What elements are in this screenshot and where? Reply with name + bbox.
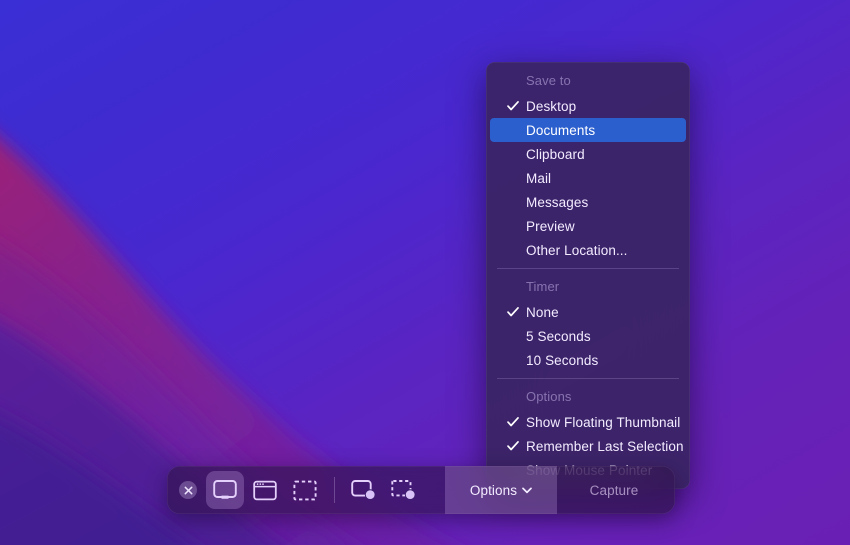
record-entire-screen-icon: [351, 480, 376, 500]
record-selected-portion-icon: [391, 480, 416, 500]
checkmark-icon: [507, 307, 519, 317]
menu-item-label: Messages: [526, 194, 589, 210]
menu-item-label: Desktop: [526, 98, 577, 114]
menu-separator: [497, 268, 679, 269]
menu-item-label: Clipboard: [526, 146, 585, 162]
menu-item-remember-last-selection[interactable]: Remember Last Selection: [490, 434, 686, 458]
menu-item-documents[interactable]: Documents: [490, 118, 686, 142]
menu-item-label: Other Location...: [526, 242, 628, 258]
capture-selected-window-button[interactable]: [246, 471, 284, 509]
close-x-glyph: [184, 486, 192, 494]
menu-item-timer-none[interactable]: None: [490, 300, 686, 324]
capture-selected-window-icon: [253, 480, 277, 500]
wallpaper-waves: [0, 0, 850, 545]
menu-separator: [497, 378, 679, 379]
menu-item-messages[interactable]: Messages: [490, 190, 686, 214]
menu-item-label: Show Floating Thumbnail: [526, 414, 681, 430]
menu-item-other-location[interactable]: Other Location...: [490, 238, 686, 262]
capture-entire-screen-icon: [213, 480, 237, 499]
menu-item-clipboard[interactable]: Clipboard: [490, 142, 686, 166]
record-selected-portion-button[interactable]: [385, 471, 423, 509]
menu-item-label: 5 Seconds: [526, 328, 591, 344]
checkmark-icon: [507, 441, 519, 451]
menu-item-label: Remember Last Selection: [526, 438, 684, 454]
record-entire-screen-button[interactable]: [345, 471, 383, 509]
menu-item-label: None: [526, 304, 559, 320]
capture-selected-portion-button[interactable]: [286, 471, 324, 509]
menu-section-title-options: Options: [526, 389, 572, 404]
toolbar-divider: [334, 477, 335, 503]
capture-entire-screen-button[interactable]: [206, 471, 244, 509]
menu-item-label: Preview: [526, 218, 575, 234]
screenshot-toolbar: Options Capture: [167, 466, 675, 514]
menu-section-title-timer: Timer: [526, 279, 560, 294]
screenshot-options-menu[interactable]: Save to Desktop Documents Clipboard Mail…: [486, 62, 690, 489]
menu-item-timer-5-seconds[interactable]: 5 Seconds: [490, 324, 686, 348]
menu-item-mail[interactable]: Mail: [490, 166, 686, 190]
checkmark-icon: [507, 417, 519, 427]
menu-item-preview[interactable]: Preview: [490, 214, 686, 238]
menu-item-label: Mail: [526, 170, 552, 186]
capture-button[interactable]: Capture: [557, 466, 675, 514]
close-circle-icon[interactable]: [179, 481, 197, 499]
options-button-label: Options: [469, 482, 518, 498]
capture-selected-portion-icon: [293, 480, 317, 500]
options-button[interactable]: Options: [445, 466, 557, 514]
menu-section-title-save-to: Save to: [526, 73, 571, 88]
menu-item-timer-10-seconds[interactable]: 10 Seconds: [490, 348, 686, 372]
menu-item-label: 10 Seconds: [526, 352, 599, 368]
desktop-wallpaper: [0, 0, 850, 545]
menu-item-show-floating-thumbnail[interactable]: Show Floating Thumbnail: [490, 410, 686, 434]
desktop-screen: Save to Desktop Documents Clipboard Mail…: [0, 0, 850, 545]
menu-item-desktop[interactable]: Desktop: [490, 94, 686, 118]
checkmark-icon: [507, 101, 519, 111]
capture-button-label: Capture: [589, 482, 639, 498]
menu-item-label: Documents: [526, 122, 596, 138]
chevron-down-icon: [522, 487, 532, 493]
